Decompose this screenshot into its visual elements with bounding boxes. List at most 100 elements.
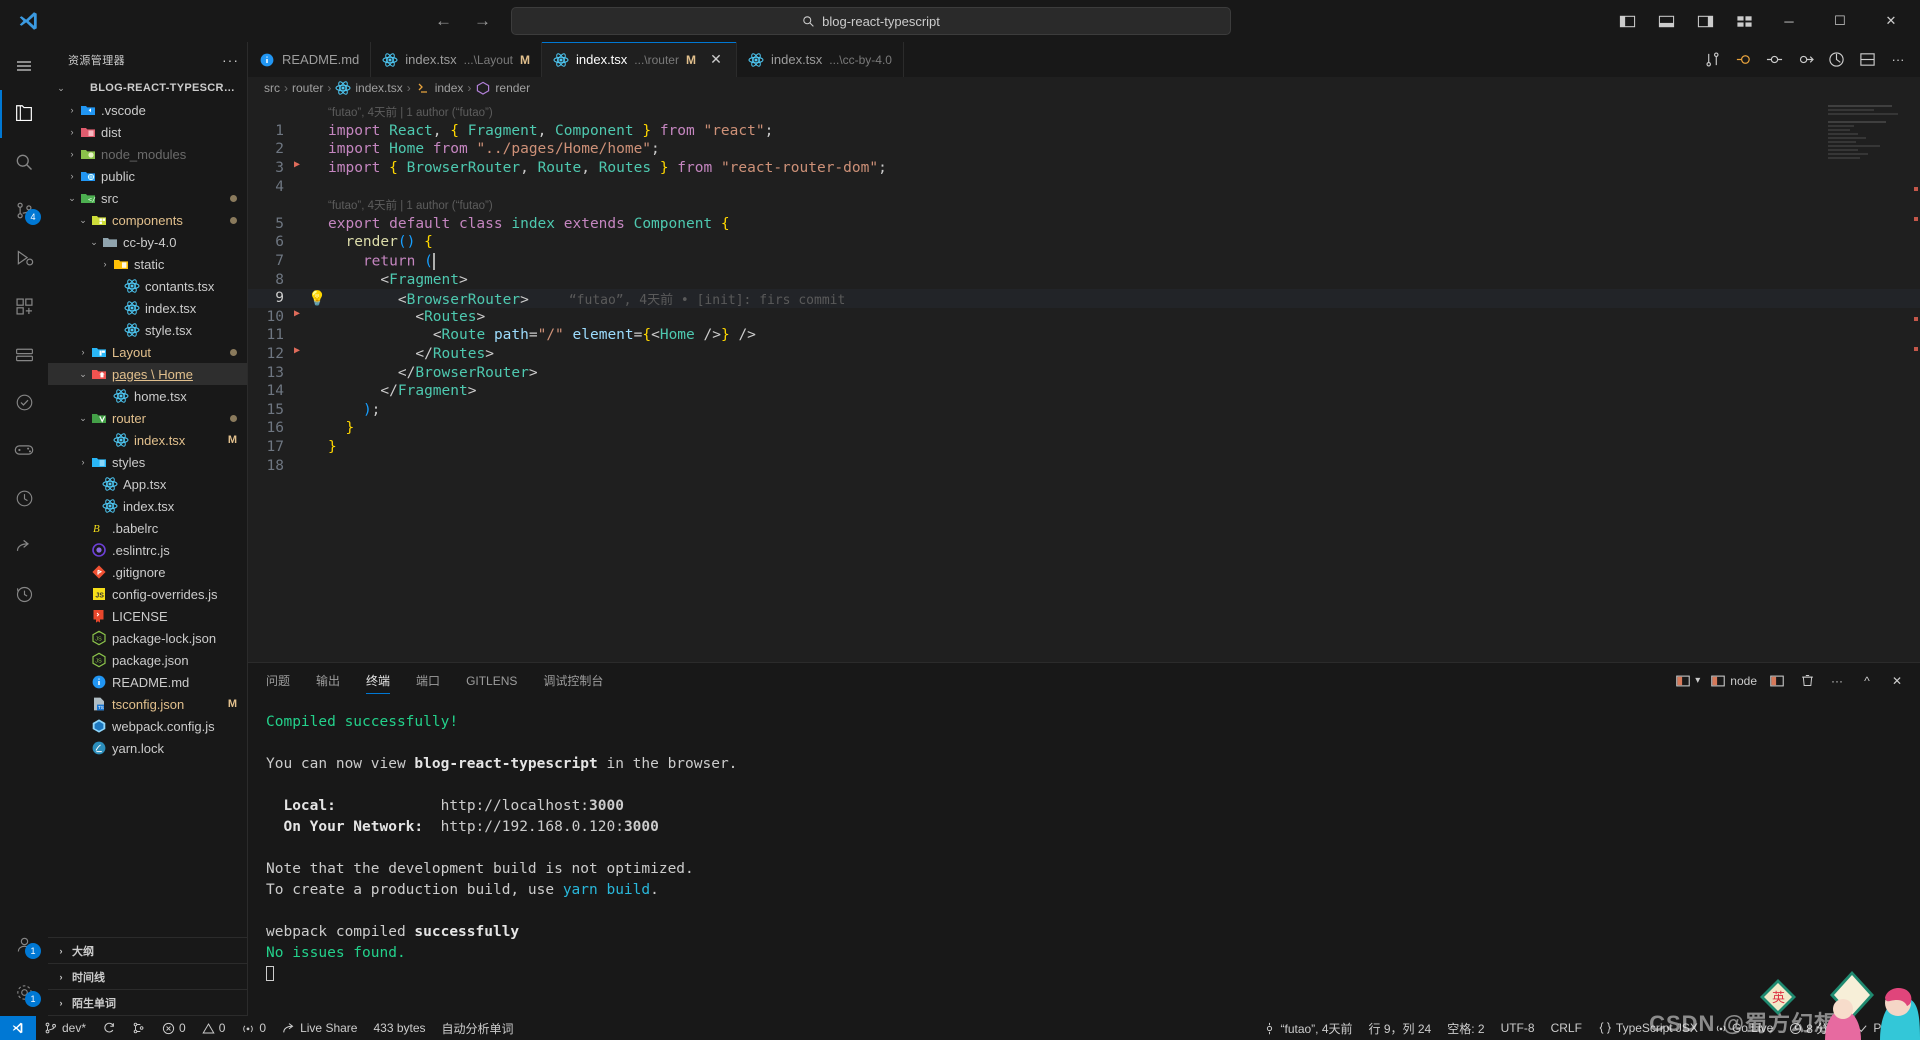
terminal-network-url[interactable]: http://192.168.0.120: — [441, 819, 624, 835]
tree-file-row[interactable]: >index.tsxM — [48, 429, 247, 451]
search-icon[interactable] — [0, 138, 48, 186]
chevron-icon[interactable]: › — [98, 259, 112, 269]
split-terminal-button[interactable] — [1764, 668, 1790, 694]
toggle-panel-icon[interactable] — [1649, 6, 1683, 36]
panel-tab-output[interactable]: 输出 — [316, 663, 340, 698]
chevron-icon[interactable]: ⌄ — [76, 369, 90, 380]
toggle-secondary-sidebar-icon[interactable] — [1688, 6, 1722, 36]
tree-file-row[interactable]: >App.tsx — [48, 473, 247, 495]
blame-toggle-icon[interactable] — [1822, 46, 1850, 74]
code-line[interactable]: 16 } — [248, 419, 1920, 438]
lightbulb-icon[interactable]: 💡 — [308, 291, 326, 307]
tree-folder-row[interactable]: › node_modules — [48, 143, 247, 165]
status-blame-item[interactable]: “futao”, 4天前 — [1255, 1016, 1360, 1040]
code-line[interactable]: 12 ▶ </Routes> — [248, 345, 1920, 364]
code-line[interactable]: 17} — [248, 438, 1920, 457]
code-line[interactable]: 15 ); — [248, 401, 1920, 420]
chevron-icon[interactable]: › — [76, 347, 90, 357]
new-terminal-button[interactable]: ▾ — [1672, 668, 1703, 694]
panel-tab-terminal[interactable]: 终端 — [366, 663, 391, 698]
tree-folder-row[interactable]: › public — [48, 165, 247, 187]
panel-tab-ports[interactable]: 端口 — [416, 663, 440, 698]
status-ports-item[interactable]: 0 — [233, 1016, 274, 1040]
compare-changes-icon[interactable] — [1698, 46, 1726, 74]
status-live-share-item[interactable]: Live Share — [274, 1016, 365, 1040]
breadcrumb-item[interactable]: render — [475, 80, 530, 96]
tree-folder-row[interactable]: ⌄ BLOG-REACT-TYPESCRIPT — [48, 77, 247, 99]
file-tree[interactable]: ⌄ BLOG-REACT-TYPESCRIPT › .vscode › dist › node… — [48, 77, 247, 937]
tree-file-row[interactable]: >.eslintrc.js — [48, 539, 247, 561]
tree-file-row[interactable]: >B.babelrc — [48, 517, 247, 539]
code-line[interactable]: 9 💡 <BrowserRouter> “futao”, 4天前 • [init]:… — [248, 288, 1920, 308]
status-eol-item[interactable]: CRLF — [1543, 1016, 1590, 1040]
status-branch-item[interactable]: dev* — [36, 1016, 94, 1040]
share-icon[interactable] — [0, 522, 48, 570]
tree-folder-row[interactable]: ⌄ pages \ Home — [48, 363, 247, 385]
sidebar-section-unknown-words[interactable]: › 陌生单词 — [48, 990, 247, 1016]
editor-tab[interactable]: README.md — [248, 42, 372, 77]
code-line[interactable]: 10 ▶ <Routes> — [248, 308, 1920, 327]
previous-change-icon[interactable] — [1760, 46, 1788, 74]
tree-folder-row[interactable]: ⌄ router — [48, 407, 247, 429]
tree-folder-row[interactable]: › Layout — [48, 341, 247, 363]
arrow-left-icon[interactable]: ← — [435, 11, 452, 31]
history-icon[interactable] — [0, 570, 48, 618]
kill-terminal-button[interactable] — [1794, 668, 1820, 694]
split-editor-icon[interactable] — [1853, 46, 1881, 74]
status-encoding-item[interactable]: UTF-8 — [1493, 1016, 1543, 1040]
customize-layout-icon[interactable] — [1727, 6, 1761, 36]
chevron-icon[interactable]: › — [65, 127, 79, 137]
status-sync-item[interactable] — [94, 1016, 124, 1040]
code-line[interactable]: 11 <Route path="/" element={<Home />} /> — [248, 326, 1920, 345]
editor-tab[interactable]: index.tsx ...\Layout M — [371, 42, 542, 77]
chevron-icon[interactable]: › — [65, 149, 79, 159]
tree-folder-row[interactable]: › styles — [48, 451, 247, 473]
terminal-local-url[interactable]: http://localhost: — [441, 798, 589, 814]
status-cursor-position-item[interactable]: 行 9，列 24 — [1361, 1016, 1440, 1040]
run-debug-icon[interactable] — [0, 234, 48, 282]
code-lines[interactable]: “futao”, 4天前 | 1 author (“futao”) 1 import… — [248, 99, 1920, 475]
explorer-icon[interactable] — [0, 90, 48, 138]
accounts-icon[interactable]: 1 — [0, 920, 48, 968]
breadcrumb-item[interactable]: index.tsx — [335, 80, 403, 96]
tree-file-row[interactable]: >LICENSE — [48, 605, 247, 627]
panel-tab-problems[interactable]: 问题 — [266, 663, 290, 698]
breadcrumb-item[interactable]: src — [264, 81, 280, 95]
editor-tab[interactable]: index.tsx ...\router M ✕ — [541, 42, 737, 77]
chevron-icon[interactable]: ⌄ — [65, 193, 79, 204]
arrow-right-icon[interactable]: → — [474, 11, 491, 31]
tree-folder-row[interactable]: ⌄ </> src — [48, 187, 247, 209]
gamepad-icon[interactable] — [0, 426, 48, 474]
status-word-analysis-item[interactable]: 自动分析单词 — [434, 1016, 522, 1040]
chevron-icon[interactable]: › — [65, 171, 79, 181]
settings-gear-icon[interactable]: 1 — [0, 968, 48, 1016]
next-change-icon[interactable] — [1791, 46, 1819, 74]
code-line[interactable]: 1 import React, { Fragment, Component } f… — [248, 122, 1920, 141]
status-indentation-item[interactable]: 空格: 2 — [1439, 1016, 1492, 1040]
toggle-primary-sidebar-icon[interactable] — [1610, 6, 1644, 36]
tree-file-row[interactable]: >style.tsx — [48, 319, 247, 341]
breakpoint-hint-icon[interactable]: ▶ — [294, 159, 300, 170]
tree-folder-row[interactable]: › dist — [48, 121, 247, 143]
editor-tab[interactable]: index.tsx ...\cc-by-4.0 — [736, 42, 904, 77]
breadcrumb-item[interactable]: router — [292, 81, 323, 95]
breakpoint-hint-icon[interactable]: ▶ — [294, 345, 300, 356]
status-language-mode-item[interactable]: TypeScript JSX — [1590, 1016, 1706, 1040]
tree-file-row[interactable]: >webpack.config.js — [48, 715, 247, 737]
breadcrumb-item[interactable]: index — [415, 80, 463, 96]
remote-indicator[interactable] — [0, 1016, 36, 1040]
maximize-panel-icon[interactable]: ^ — [1854, 668, 1880, 694]
code-line[interactable]: 3 ▶ import { BrowserRouter, Route, Routes … — [248, 159, 1920, 178]
menu-icon[interactable] — [0, 42, 48, 90]
code-line[interactable]: 4 — [248, 177, 1920, 196]
tree-file-row[interactable]: >JSpackage-lock.json — [48, 627, 247, 649]
panel-more-actions-icon[interactable]: ··· — [1824, 668, 1850, 694]
testing-icon[interactable] — [0, 378, 48, 426]
tree-file-row[interactable]: >README.md — [48, 671, 247, 693]
code-line[interactable]: 2 import Home from "../pages/Home/home"; — [248, 140, 1920, 159]
chevron-icon[interactable]: › — [76, 457, 90, 467]
tree-file-row[interactable]: >JSpackage.json — [48, 649, 247, 671]
tree-file-row[interactable]: >index.tsx — [48, 495, 247, 517]
code-line[interactable]: 18 — [248, 456, 1920, 475]
tree-file-row[interactable]: >JSconfig-overrides.js — [48, 583, 247, 605]
